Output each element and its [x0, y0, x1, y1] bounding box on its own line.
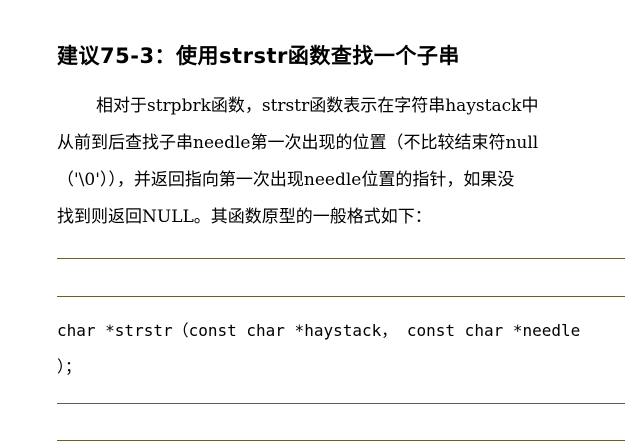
paragraph-line-4: 找到则返回NULL。其函数原型的一般格式如下：	[57, 207, 432, 227]
code-block: char *strstr（const char *haystack， const…	[57, 313, 625, 385]
divider-rule-4	[57, 440, 625, 441]
document-page: 建议75-3：使用strstr函数查找一个子串 相对于strpbrk函数，str…	[0, 0, 642, 446]
code-line-2: ）；	[57, 357, 82, 376]
code-line-1: char *strstr（const char *haystack， const…	[57, 321, 581, 340]
body-paragraph: 相对于strpbrk函数，strstr函数表示在字符串haystack中 从前到…	[57, 88, 617, 236]
divider-rule-2	[57, 296, 625, 297]
paragraph-line-2: 从前到后查找子串needle第一次出现的位置（不比较结束符null	[57, 133, 539, 153]
divider-rule-1	[57, 258, 625, 259]
section-heading: 建议75-3：使用strstr函数查找一个子串	[57, 44, 460, 68]
divider-rule-3	[57, 403, 625, 404]
paragraph-line-1: 相对于strpbrk函数，strstr函数表示在字符串haystack中	[96, 96, 539, 116]
paragraph-line-3: （'\0'）），并返回指向第一次出现needle位置的指针，如果没	[57, 170, 515, 190]
